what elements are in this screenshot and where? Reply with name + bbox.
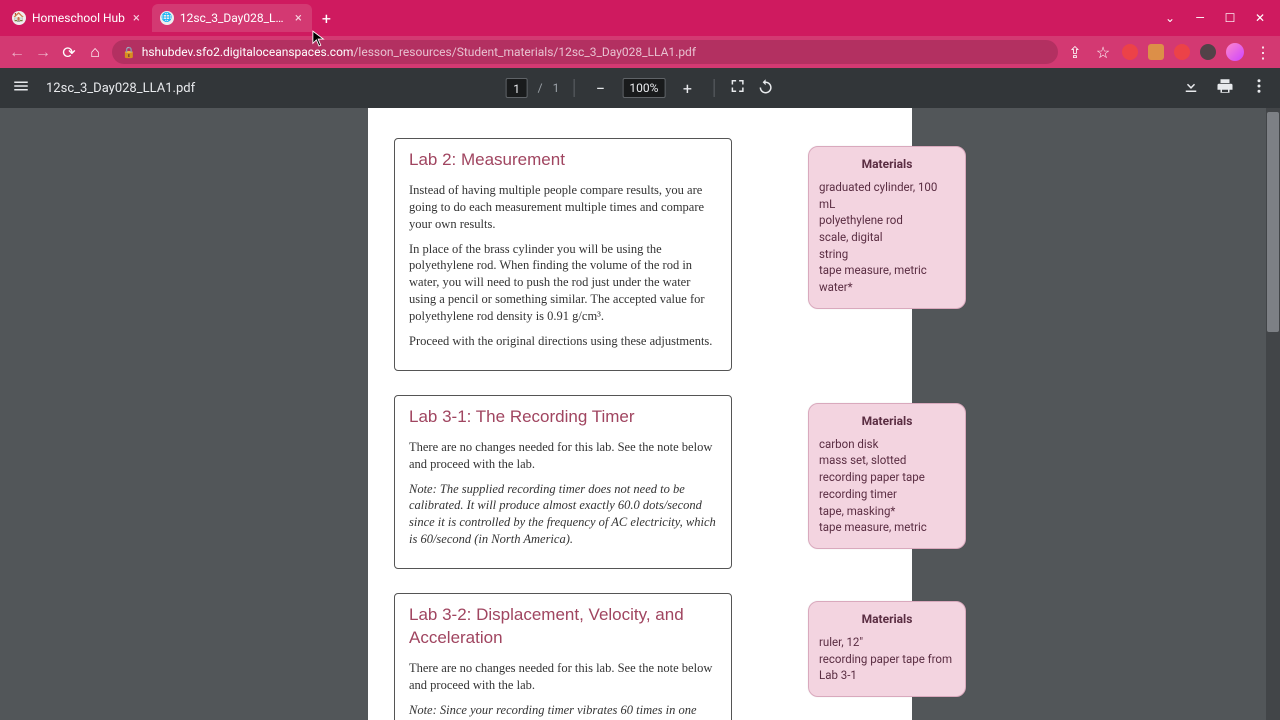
pdf-toolbar-right	[1182, 77, 1268, 99]
extension-icons: ⇪ ☆ ⋮	[1066, 43, 1272, 61]
lab-body: Lab 3-2: Displacement, Velocity, and Acc…	[394, 593, 732, 720]
lock-icon: 🔒	[122, 46, 136, 59]
lab-paragraph: In place of the brass cylinder you will …	[409, 241, 717, 325]
pdf-viewport[interactable]: Lab 2: Measurement Instead of having mult…	[0, 108, 1280, 720]
lab-paragraph: There are no changes needed for this lab…	[409, 660, 717, 694]
lab-paragraph: Proceed with the original directions usi…	[409, 333, 717, 350]
url-field[interactable]: 🔒 hshubdev.sfo2.digitaloceanspaces.com/l…	[112, 40, 1058, 64]
zoom-level[interactable]: 100%	[622, 78, 665, 98]
window-controls: ⌄ — ☐ ✕	[1164, 12, 1276, 24]
tab-label: 12sc_3_Day028_LLA1.pdf	[180, 11, 287, 25]
download-icon[interactable]	[1182, 77, 1200, 99]
materials-item: recording paper tape	[819, 469, 955, 486]
zoom-out-button[interactable]: −	[588, 76, 612, 100]
materials-item: tape, masking*	[819, 503, 955, 520]
lab-paragraph: Instead of having multiple people compar…	[409, 182, 717, 233]
materials-list: ruler, 12"recording paper tape from Lab …	[819, 634, 955, 684]
lab-note: Note: Since your recording timer vibrate…	[409, 702, 717, 720]
page-separator: /	[538, 81, 543, 95]
materials-item: string	[819, 246, 955, 263]
materials-box: Materialscarbon diskmass set, slottedrec…	[808, 403, 966, 549]
address-bar: ← → ⟳ ⌂ 🔒 hshubdev.sfo2.digitaloceanspac…	[0, 36, 1280, 68]
more-menu-icon[interactable]	[1250, 77, 1268, 99]
close-tab-icon[interactable]: ×	[293, 11, 304, 26]
tab-favicon: 🌐	[160, 11, 174, 25]
materials-list: carbon diskmass set, slottedrecording pa…	[819, 436, 955, 536]
materials-box: Materials graduated cylinder, 100 mLpolye…	[808, 146, 966, 309]
materials-item: water*	[819, 279, 955, 296]
page-current-input[interactable]: 1	[506, 78, 528, 98]
toolbar-divider	[573, 79, 574, 97]
new-tab-button[interactable]: +	[314, 9, 339, 28]
lab-paragraph: There are no changes needed for this lab…	[409, 439, 717, 473]
materials-item: scale, digital	[819, 229, 955, 246]
lab-block: Lab 3-2: Displacement, Velocity, and Acc…	[394, 593, 886, 720]
materials-item: carbon disk	[819, 436, 955, 453]
extension-icon[interactable]	[1122, 44, 1138, 60]
url-text: hshubdev.sfo2.digitaloceanspaces.com/les…	[142, 45, 696, 59]
extensions-menu-icon[interactable]	[1200, 44, 1216, 60]
materials-header: Materials	[819, 414, 955, 428]
materials-item: mass set, slotted	[819, 452, 955, 469]
zoom-in-button[interactable]: +	[675, 76, 699, 100]
lab-title: Lab 3-1: The Recording Timer	[409, 406, 717, 429]
rotate-icon[interactable]	[756, 77, 774, 99]
close-window-icon[interactable]: ✕	[1254, 12, 1266, 24]
lab-body: Lab 3-1: The Recording Timer There are no…	[394, 395, 732, 569]
extension-icon[interactable]	[1148, 44, 1164, 60]
materials-item: recording timer	[819, 486, 955, 503]
pdf-page: Lab 2: Measurement Instead of having mult…	[368, 108, 912, 720]
browser-title-bar: 🏠 Homeschool Hub × 🌐 12sc_3_Day028_LLA1.…	[0, 0, 1280, 36]
lab-title: Lab 2: Measurement	[409, 149, 717, 172]
tab-favicon: 🏠	[12, 11, 26, 25]
lab-body: Lab 2: Measurement Instead of having mult…	[394, 138, 732, 371]
tab-label: Homeschool Hub	[32, 11, 125, 25]
bookmark-icon[interactable]: ☆	[1094, 43, 1112, 61]
tab-homeschool-hub[interactable]: 🏠 Homeschool Hub ×	[4, 4, 150, 32]
share-icon[interactable]: ⇪	[1066, 43, 1084, 61]
fit-page-icon[interactable]	[728, 77, 746, 99]
forward-button[interactable]: →	[34, 43, 52, 61]
sidebar-toggle-icon[interactable]	[12, 77, 30, 99]
materials-box: Materials ruler, 12"recording paper tape …	[808, 601, 966, 697]
lab-title: Lab 3-2: Displacement, Velocity, and Acc…	[409, 604, 717, 650]
materials-item: polyethylene rod	[819, 212, 955, 229]
lab-block: Lab 3-1: The Recording Timer There are no…	[394, 395, 886, 569]
home-button[interactable]: ⌂	[86, 43, 104, 61]
materials-item: tape measure, metric	[819, 519, 955, 536]
file-name: 12sc_3_Day028_LLA1.pdf	[46, 81, 195, 96]
materials-header: Materials	[819, 612, 955, 626]
lab-block: Lab 2: Measurement Instead of having mult…	[394, 138, 886, 371]
materials-item: tape measure, metric	[819, 262, 955, 279]
close-tab-icon[interactable]: ×	[131, 11, 142, 26]
scrollbar-track[interactable]	[1266, 108, 1280, 720]
extension-icon[interactable]	[1174, 44, 1190, 60]
materials-item: graduated cylinder, 100 mL	[819, 179, 955, 212]
maximize-icon[interactable]: ☐	[1224, 12, 1236, 24]
page-total: 1	[553, 81, 560, 95]
materials-item: recording paper tape from Lab 3-1	[819, 651, 955, 684]
profile-avatar[interactable]	[1226, 43, 1244, 61]
toolbar-divider	[713, 79, 714, 97]
materials-list: graduated cylinder, 100 mLpolyethylene r…	[819, 179, 955, 296]
minimize-icon[interactable]: —	[1194, 12, 1206, 24]
scrollbar-thumb[interactable]	[1267, 112, 1279, 332]
back-button[interactable]: ←	[8, 43, 26, 61]
materials-item: ruler, 12"	[819, 634, 955, 651]
pdf-toolbar-center: 1 / 1 − 100% +	[506, 76, 775, 100]
lab-note: Note: The supplied recording timer does …	[409, 481, 717, 549]
reload-button[interactable]: ⟳	[60, 43, 78, 61]
tab-pdf[interactable]: 🌐 12sc_3_Day028_LLA1.pdf ×	[152, 4, 312, 32]
kebab-menu-icon[interactable]: ⋮	[1254, 43, 1272, 61]
print-icon[interactable]	[1216, 77, 1234, 99]
materials-header: Materials	[819, 157, 955, 171]
pdf-toolbar: 12sc_3_Day028_LLA1.pdf 1 / 1 − 100% +	[0, 68, 1280, 108]
chevron-down-icon[interactable]: ⌄	[1164, 12, 1176, 24]
